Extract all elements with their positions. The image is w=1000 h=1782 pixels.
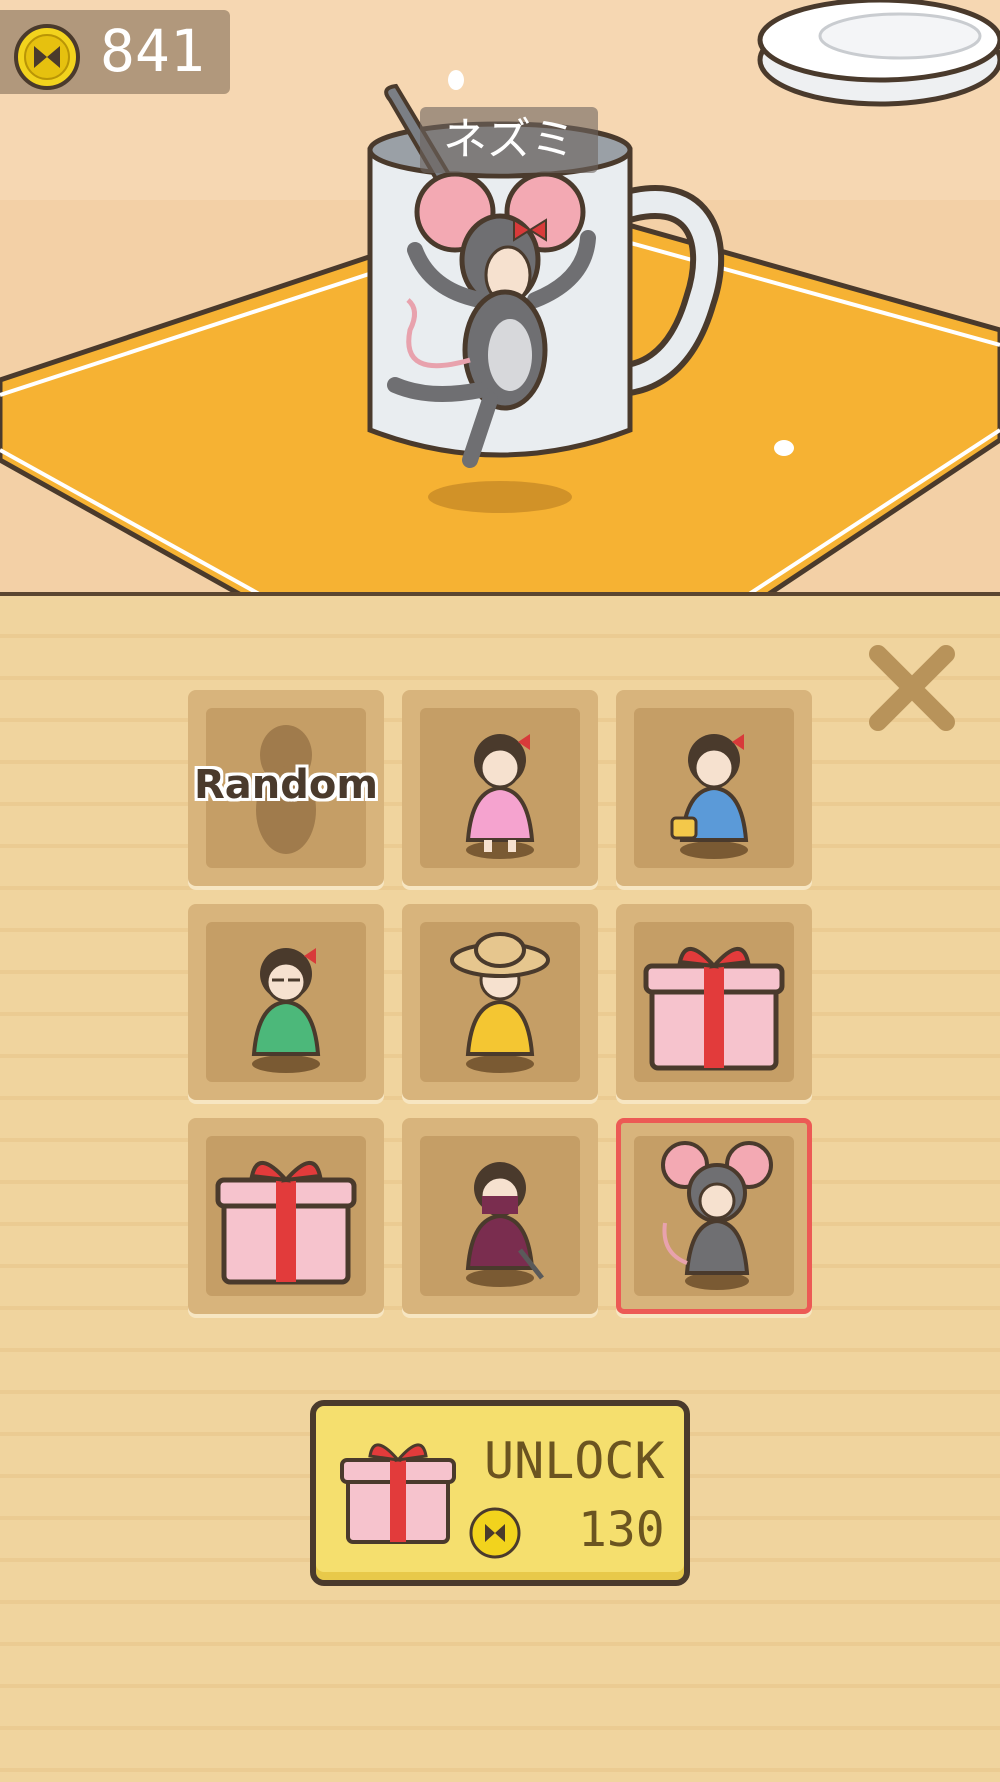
character-green-dress-icon (251, 948, 321, 1073)
gift-icon (215, 1161, 357, 1285)
slot-blue-dress[interactable] (616, 690, 812, 886)
close-icon[interactable] (864, 640, 960, 736)
slot-green-dress[interactable] (188, 904, 384, 1100)
gift-icon (643, 947, 785, 1071)
slot-mouse-costume[interactable] (616, 1118, 812, 1314)
unlock-label: UNLOCK (484, 1432, 665, 1490)
character-mouse-costume-icon (661, 1141, 773, 1290)
slot-random[interactable]: Random (188, 690, 384, 886)
slot-yellow-dress[interactable] (402, 904, 598, 1100)
character-yellow-sunhat-icon (450, 932, 550, 1073)
coin-count: 841 (100, 17, 205, 85)
slot-ninja[interactable] (402, 1118, 598, 1314)
slot-locked-gift-2[interactable] (188, 1118, 384, 1314)
random-label: Random (193, 762, 379, 808)
character-blue-dress-icon (670, 734, 749, 859)
game-scene: 841 ネズミ (0, 0, 1000, 620)
unlock-price: 130 (578, 1502, 665, 1558)
unlock-button[interactable]: UNLOCK 130 (310, 1400, 690, 1586)
coin-icon (469, 1507, 521, 1559)
character-name-label: ネズミ (420, 107, 598, 173)
slot-pink-dress[interactable] (402, 690, 598, 886)
slot-locked-gift-1[interactable] (616, 904, 812, 1100)
character-pink-dress-icon (465, 734, 535, 859)
gift-icon (340, 1443, 456, 1544)
coin-counter: 841 (0, 10, 230, 94)
coin-icon (14, 24, 80, 90)
character-ninja-icon (465, 1162, 544, 1287)
